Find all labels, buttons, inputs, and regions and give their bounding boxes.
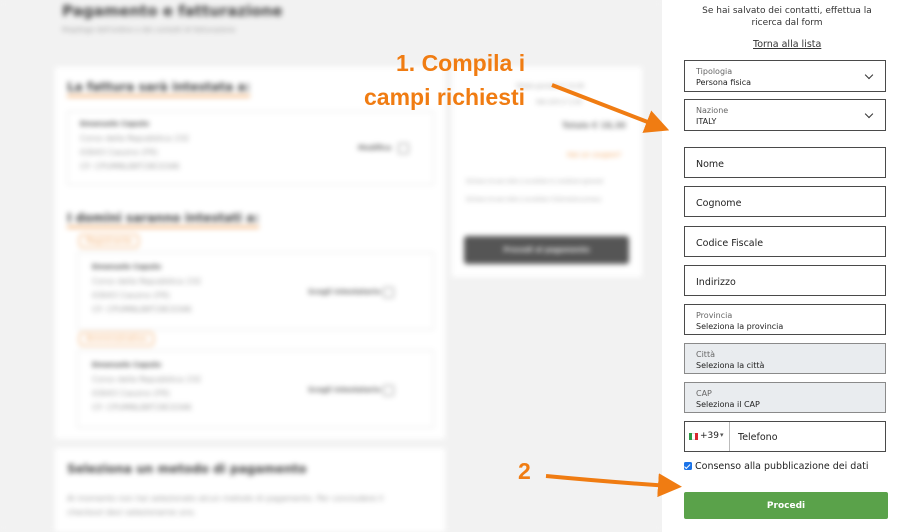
annotation-arrows: [545, 83, 682, 498]
arrow-to-proceed: [545, 473, 682, 498]
arrow-to-fields: [551, 83, 670, 133]
